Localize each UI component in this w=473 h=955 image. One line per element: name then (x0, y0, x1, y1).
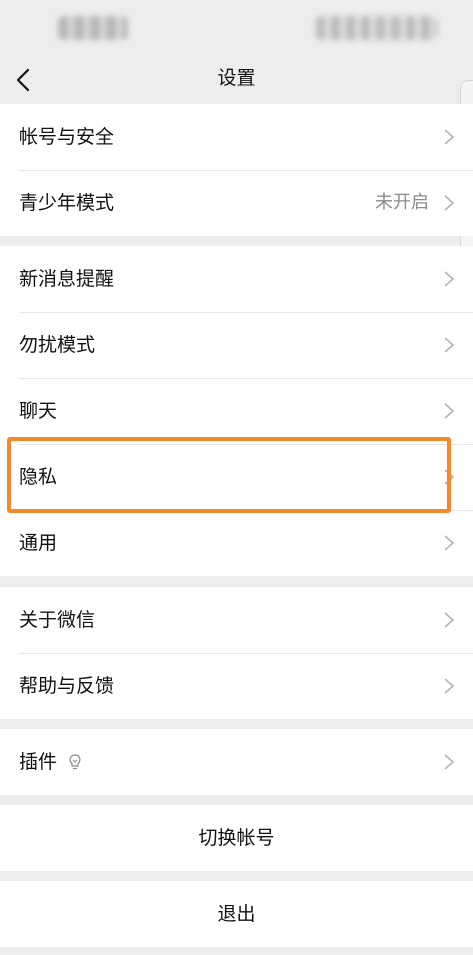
status-bar-time-blurred (58, 16, 128, 40)
settings-item-value: 未开启 (375, 192, 429, 213)
switch-account-button[interactable]: 切换帐号 (0, 805, 473, 871)
chevron-right-icon (444, 403, 455, 419)
status-bar (0, 0, 473, 56)
settings-item-do-not-disturb[interactable]: 勿扰模式 (0, 312, 473, 378)
settings-item-label: 通用 (19, 532, 58, 554)
settings-item-chat[interactable]: 聊天 (0, 378, 473, 444)
lightbulb-icon (69, 754, 81, 770)
chevron-right-icon (444, 535, 455, 551)
settings-item-teen-mode[interactable]: 青少年模式 未开启 (0, 170, 473, 236)
settings-item-privacy[interactable]: 隐私 (0, 444, 473, 510)
settings-item-label: 青少年模式 (19, 192, 115, 214)
chevron-right-icon (444, 271, 455, 287)
chevron-right-icon (444, 337, 455, 353)
settings-item-label: 新消息提醒 (19, 268, 115, 290)
settings-screen: 设置 帐号与安全 青少年模式 未开启 新消息提醒 勿扰模式 聊天 隐私 通用 关… (0, 0, 473, 955)
settings-item-label: 帐号与安全 (19, 126, 115, 148)
chevron-right-icon (444, 754, 455, 770)
chevron-right-icon (444, 612, 455, 628)
settings-item-notifications[interactable]: 新消息提醒 (0, 246, 473, 312)
page-title: 设置 (217, 67, 256, 89)
settings-item-label: 聊天 (19, 400, 58, 422)
settings-item-label: 隐私 (19, 466, 58, 488)
settings-item-label: 帮助与反馈 (19, 675, 115, 697)
chevron-right-icon (444, 129, 455, 145)
settings-item-account-security[interactable]: 帐号与安全 (0, 104, 473, 170)
logout-button[interactable]: 退出 (0, 881, 473, 947)
chevron-right-icon (444, 678, 455, 694)
nav-bar: 设置 (0, 56, 473, 104)
settings-group-plugins: 插件 (0, 729, 473, 795)
settings-item-about-wechat[interactable]: 关于微信 (0, 587, 473, 653)
chevron-right-icon (444, 195, 455, 211)
settings-item-label: 插件 (19, 751, 58, 773)
settings-item-help-feedback[interactable]: 帮助与反馈 (0, 653, 473, 719)
settings-item-plugins[interactable]: 插件 (0, 729, 473, 795)
settings-item-label: 关于微信 (19, 609, 96, 631)
status-bar-indicators-blurred (316, 16, 438, 40)
settings-group-general: 新消息提醒 勿扰模式 聊天 隐私 通用 (0, 246, 473, 576)
settings-group-about: 关于微信 帮助与反馈 (0, 587, 473, 719)
settings-group-account: 帐号与安全 青少年模式 未开启 (0, 104, 473, 236)
settings-item-general[interactable]: 通用 (0, 510, 473, 576)
chevron-right-icon (444, 469, 455, 485)
settings-item-label: 勿扰模式 (19, 334, 96, 356)
